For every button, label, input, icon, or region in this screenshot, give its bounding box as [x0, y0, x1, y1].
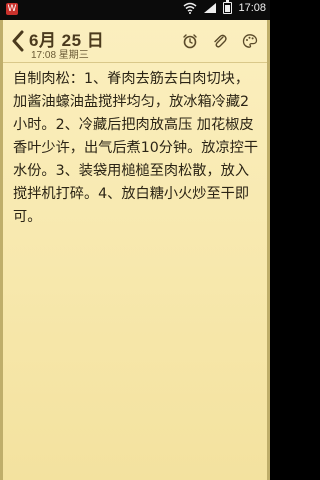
status-bar: W 17:08 [0, 0, 270, 20]
note-page: 6月 25 日 17:08 星期三 自制肉松：1、脊肉去筋去白肉切块，加酱油蠔油… [0, 20, 270, 480]
battery-icon [223, 0, 233, 14]
attachment-button[interactable] [211, 32, 229, 50]
signal-icon [204, 3, 217, 13]
status-bar-right: 17:08 [183, 0, 266, 14]
status-time: 17:08 [238, 2, 266, 14]
attachment-icon [214, 34, 227, 48]
note-body[interactable]: 自制肉松：1、脊肉去筋去白肉切块，加酱油蠔油盐搅拌均匀，放冰箱冷藏2小时。2、冷… [13, 68, 261, 229]
alarm-button[interactable] [181, 32, 199, 50]
app-notification-icon: W [6, 3, 18, 15]
note-toolbar [181, 32, 259, 50]
palette-button[interactable] [241, 32, 259, 50]
note-header: 6月 25 日 17:08 星期三 [3, 20, 267, 63]
back-button[interactable] [9, 28, 27, 54]
wifi-icon [183, 2, 197, 14]
note-subtitle: 17:08 星期三 [31, 50, 89, 61]
alarm-icon [183, 34, 197, 49]
palette-icon [242, 34, 258, 48]
chevron-left-icon [12, 30, 24, 52]
